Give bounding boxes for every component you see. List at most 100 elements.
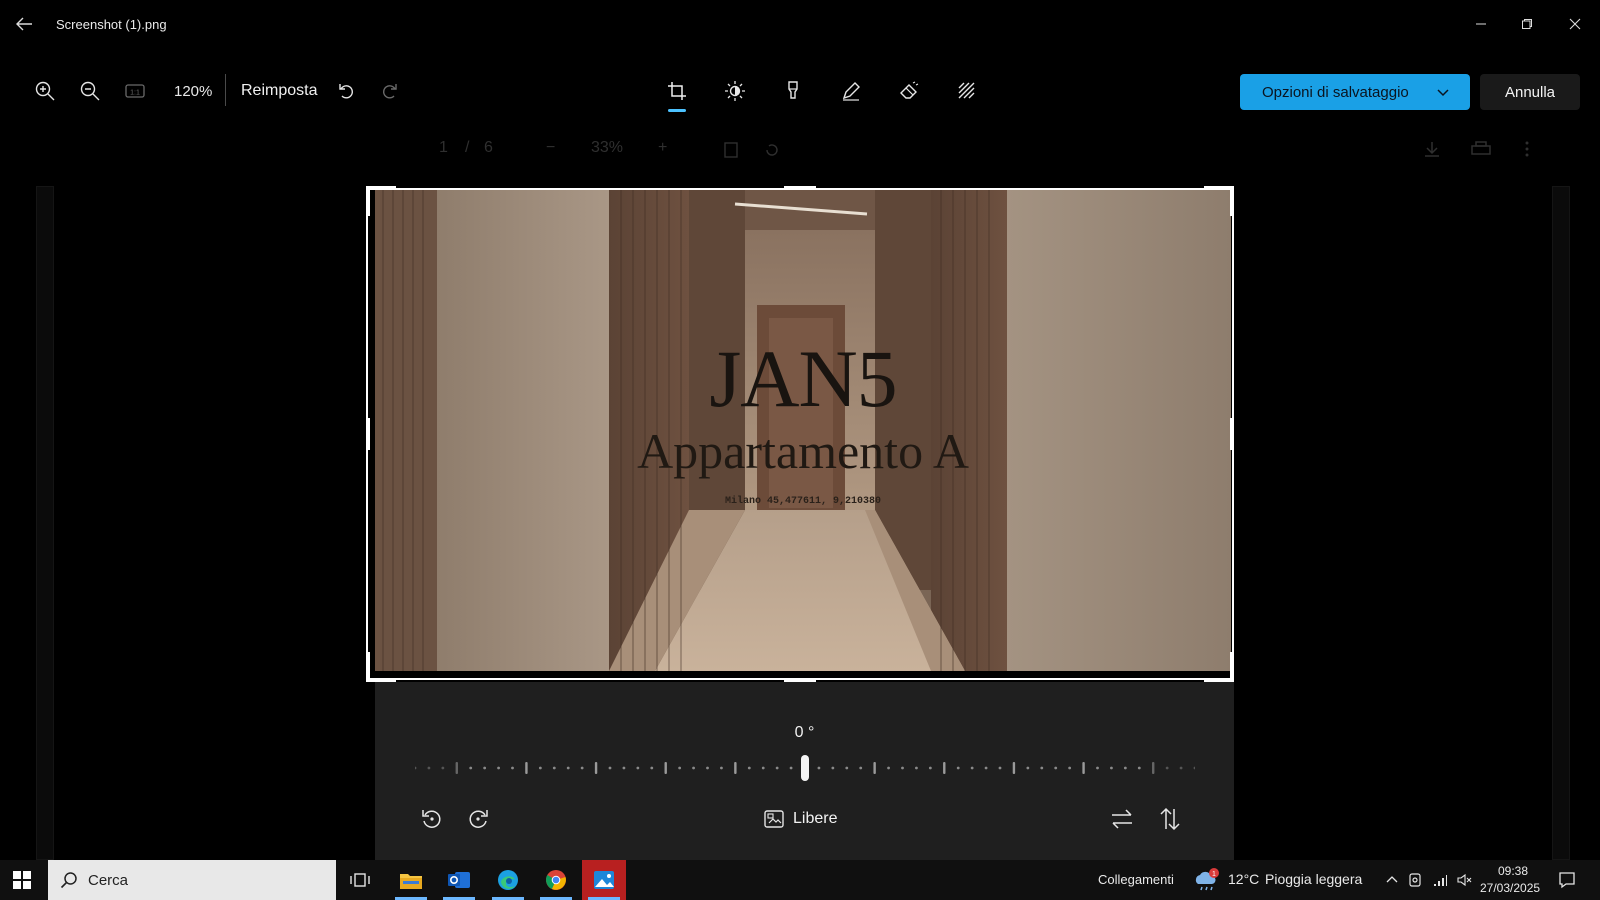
angle-minor-tick — [1110, 766, 1113, 770]
zoom-out-icon — [80, 81, 100, 101]
erase-tool-button[interactable] — [896, 78, 922, 104]
filter-tool-button[interactable] — [780, 78, 806, 104]
photos-app[interactable] — [582, 860, 626, 900]
angle-major-tick — [664, 762, 667, 774]
chrome-app[interactable] — [534, 860, 578, 900]
angle-major-tick — [873, 762, 876, 774]
zoom-out-button[interactable] — [77, 78, 103, 104]
edge-app[interactable] — [486, 860, 530, 900]
meet-now-button[interactable] — [1408, 872, 1424, 888]
rotate-right-button[interactable] — [465, 806, 491, 832]
crop-handle-right[interactable] — [1230, 418, 1234, 450]
wifi-icon — [1434, 875, 1447, 886]
angle-minor-tick — [538, 766, 542, 770]
crop-tool-button[interactable] — [664, 78, 690, 104]
angle-minor-tick — [622, 766, 626, 770]
crop-handle-top-right-vertical[interactable] — [1230, 186, 1234, 216]
toolbar-divider — [225, 74, 226, 106]
zoom-level[interactable]: 120% — [174, 83, 212, 100]
minimize-icon — [1476, 23, 1486, 25]
angle-minor-tick — [970, 766, 974, 770]
reset-button[interactable]: Reimposta — [241, 82, 317, 100]
crop-handle-top-left[interactable] — [366, 186, 396, 190]
restore-icon — [1522, 19, 1532, 29]
minimize-button[interactable] — [1466, 10, 1496, 38]
outlook-app[interactable] — [437, 860, 481, 900]
svg-text:1:1: 1:1 — [130, 90, 140, 97]
save-options-button[interactable]: Opzioni di salvataggio — [1240, 74, 1470, 110]
angle-minor-tick — [1193, 766, 1195, 770]
angle-minor-tick — [720, 766, 723, 770]
bg-fit-page-icon — [724, 142, 738, 158]
crop-handle-top-left-vertical[interactable] — [366, 186, 370, 216]
active-tool-indicator — [668, 109, 686, 112]
chevron-up-icon — [1386, 876, 1398, 883]
zoom-in-button[interactable] — [32, 78, 58, 104]
flip-vertical-button[interactable] — [1157, 806, 1183, 832]
angle-minor-tick — [817, 766, 821, 770]
notification-icon — [1559, 872, 1575, 889]
restore-button[interactable] — [1512, 10, 1542, 38]
angle-major-tick — [734, 762, 737, 774]
undo-button[interactable] — [333, 78, 359, 104]
back-arrow-icon — [16, 17, 32, 31]
links-toolbar[interactable]: Collegamenti — [1098, 872, 1174, 887]
crop-handle-bottom-right-vertical[interactable] — [1230, 652, 1234, 682]
redo-button[interactable] — [377, 78, 403, 104]
flip-horizontal-button[interactable] — [1109, 806, 1135, 832]
angle-minor-tick — [566, 766, 570, 770]
show-hidden-icons-button[interactable] — [1384, 872, 1400, 888]
editor-toolbar: 1:1 120% Reimposta Opzioni di salvataggi… — [0, 70, 1600, 114]
angle-minor-tick — [427, 766, 431, 770]
task-view-button[interactable] — [338, 860, 382, 900]
undo-icon — [339, 84, 353, 99]
search-placeholder: Cerca — [88, 871, 129, 889]
adjust-tool-button[interactable] — [722, 78, 748, 104]
angle-major-tick — [1082, 762, 1085, 774]
crop-handle-bottom-left-vertical[interactable] — [366, 652, 370, 682]
bg-page-separator: / — [465, 139, 470, 156]
angle-minor-tick — [497, 766, 500, 770]
start-button[interactable] — [12, 870, 32, 890]
cancel-button[interactable]: Annulla — [1480, 74, 1580, 110]
file-explorer-app[interactable] — [389, 860, 433, 900]
crop-frame[interactable] — [366, 188, 1234, 680]
clock-date[interactable]: 27/03/2025 — [1480, 881, 1540, 895]
rotate-left-button[interactable] — [419, 806, 445, 832]
markup-tool-button[interactable] — [838, 78, 864, 104]
highlighter-icon — [788, 81, 798, 99]
photos-icon — [594, 871, 614, 889]
right-scroll-track — [1552, 186, 1570, 860]
angle-minor-tick — [636, 766, 640, 770]
crop-handle-top[interactable] — [784, 186, 816, 190]
back-button[interactable] — [12, 12, 36, 36]
taskbar-search[interactable]: Cerca — [48, 860, 336, 900]
background-tool-button[interactable] — [954, 78, 980, 104]
angle-minor-tick — [552, 766, 556, 770]
title-bar: Screenshot (1).png — [0, 0, 1600, 50]
clock-time[interactable]: 09:38 — [1498, 864, 1528, 878]
notifications-button[interactable] — [1558, 871, 1576, 889]
network-button[interactable] — [1432, 872, 1448, 888]
angle-major-tick — [455, 762, 458, 774]
angle-major-tick — [1152, 762, 1155, 774]
aspect-ratio-button[interactable]: Libere — [763, 806, 837, 832]
bg-zoom-value: 33% — [591, 139, 624, 156]
actual-size-button[interactable]: 1:1 — [122, 78, 148, 104]
angle-major-tick — [1012, 762, 1016, 774]
angle-slider-thumb[interactable] — [801, 755, 809, 781]
close-button[interactable] — [1560, 10, 1590, 38]
weather-widget[interactable]: 1 — [1193, 868, 1221, 892]
bg-page-current: 1 — [439, 139, 448, 156]
volume-button[interactable] — [1456, 872, 1472, 888]
actual-size-icon: 1:1 — [125, 84, 145, 98]
angle-minor-tick — [706, 766, 709, 770]
search-icon — [60, 872, 77, 889]
angle-minor-tick — [956, 766, 960, 770]
crop-handle-left[interactable] — [366, 418, 370, 450]
zoom-in-icon — [35, 81, 55, 101]
folder-icon — [400, 874, 422, 889]
rotation-angle-slider[interactable] — [415, 754, 1195, 782]
flip-vertical-icon — [1160, 807, 1180, 831]
angle-minor-tick — [1137, 766, 1141, 770]
